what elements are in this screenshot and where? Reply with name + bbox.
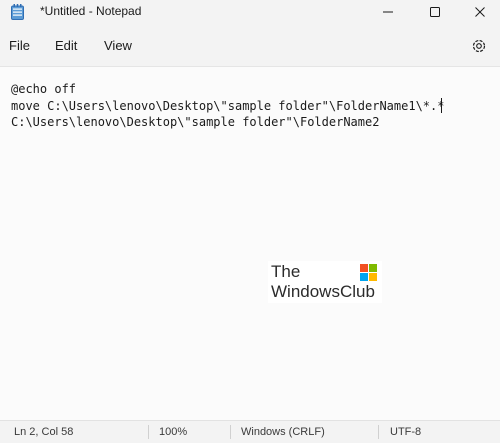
- watermark-line2: WindowsClub: [271, 282, 375, 301]
- status-bar: Ln 2, Col 58 100% Windows (CRLF) UTF-8: [0, 420, 500, 443]
- editor-line-1: @echo off: [11, 82, 77, 96]
- status-encoding: UTF-8: [390, 426, 422, 438]
- windows-logo-icon: [360, 264, 377, 281]
- maximize-icon: [430, 7, 440, 17]
- status-cursor-position: Ln 2, Col 58: [14, 426, 74, 438]
- window-title: *Untitled - Notepad: [40, 4, 142, 18]
- menu-edit[interactable]: Edit: [55, 38, 77, 53]
- menu-file[interactable]: File: [9, 38, 30, 53]
- status-separator: [148, 425, 149, 439]
- close-icon: [475, 7, 485, 17]
- status-separator: [230, 425, 231, 439]
- status-separator: [378, 425, 379, 439]
- settings-gear-icon[interactable]: [470, 37, 488, 55]
- editor-line-2: move C:\Users\lenovo\Desktop\"sample fol…: [11, 99, 445, 113]
- close-button[interactable]: [462, 0, 498, 24]
- maximize-button[interactable]: [417, 0, 453, 24]
- watermark-line1: The: [271, 262, 301, 281]
- minimize-icon: [383, 11, 393, 13]
- notepad-icon: [11, 4, 24, 20]
- title-bar: *Untitled - Notepad: [0, 0, 500, 26]
- text-caret: [441, 98, 442, 113]
- status-zoom: 100%: [159, 426, 188, 438]
- watermark-logo: The WindowsClub: [268, 261, 382, 303]
- minimize-button[interactable]: [370, 0, 406, 24]
- editor-line-3: C:\Users\lenovo\Desktop\"sample folder"\…: [11, 115, 380, 129]
- menu-view[interactable]: View: [104, 38, 132, 53]
- text-editor[interactable]: @echo off move C:\Users\lenovo\Desktop\"…: [0, 66, 500, 421]
- menu-bar: File Edit View: [0, 30, 500, 62]
- status-line-ending: Windows (CRLF): [241, 426, 325, 438]
